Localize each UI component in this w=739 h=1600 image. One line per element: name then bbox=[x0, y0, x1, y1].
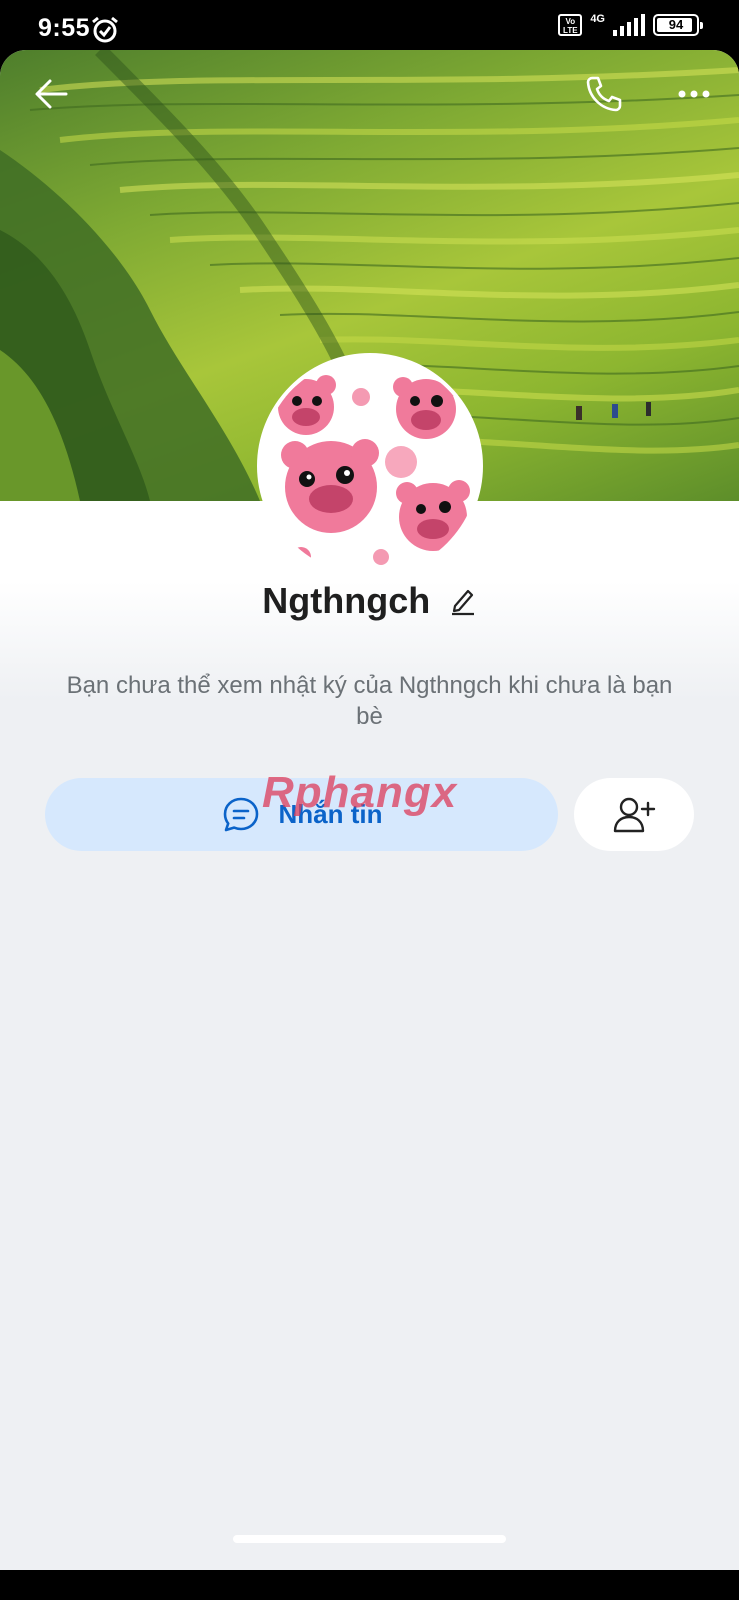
watermark-text: Rphangx bbox=[262, 768, 458, 817]
add-user-icon bbox=[613, 797, 656, 832]
profile-screen: Ngthngch Bạn chưa thể xem nhật ký của Ng… bbox=[0, 50, 739, 1600]
profile-name: Ngthngch bbox=[262, 580, 431, 621]
edit-pencil-icon[interactable] bbox=[449, 586, 477, 616]
more-options-icon[interactable] bbox=[672, 72, 716, 116]
battery-icon: 94 bbox=[653, 14, 703, 36]
home-indicator[interactable] bbox=[233, 1535, 506, 1543]
private-diary-notice: Bạn chưa thể xem nhật ký của Ngthngch kh… bbox=[66, 672, 673, 730]
alarm-icon bbox=[92, 16, 118, 43]
network-type: 4G bbox=[590, 13, 605, 25]
phone-icon[interactable] bbox=[582, 72, 626, 116]
add-friend-button[interactable] bbox=[574, 778, 694, 851]
hikers bbox=[576, 402, 651, 420]
avatar-image bbox=[261, 357, 479, 575]
back-arrow-icon[interactable] bbox=[30, 72, 74, 116]
battery-level: 94 bbox=[668, 17, 684, 32]
profile-name-row: Ngthngch bbox=[0, 580, 739, 622]
volte-badge: Vo LTE bbox=[558, 14, 583, 36]
signal-icon bbox=[613, 14, 645, 36]
navigation-bar bbox=[0, 1570, 739, 1600]
status-time: 9:55 bbox=[38, 14, 91, 42]
profile-avatar[interactable] bbox=[257, 353, 483, 579]
chat-bubble-icon bbox=[223, 797, 258, 831]
